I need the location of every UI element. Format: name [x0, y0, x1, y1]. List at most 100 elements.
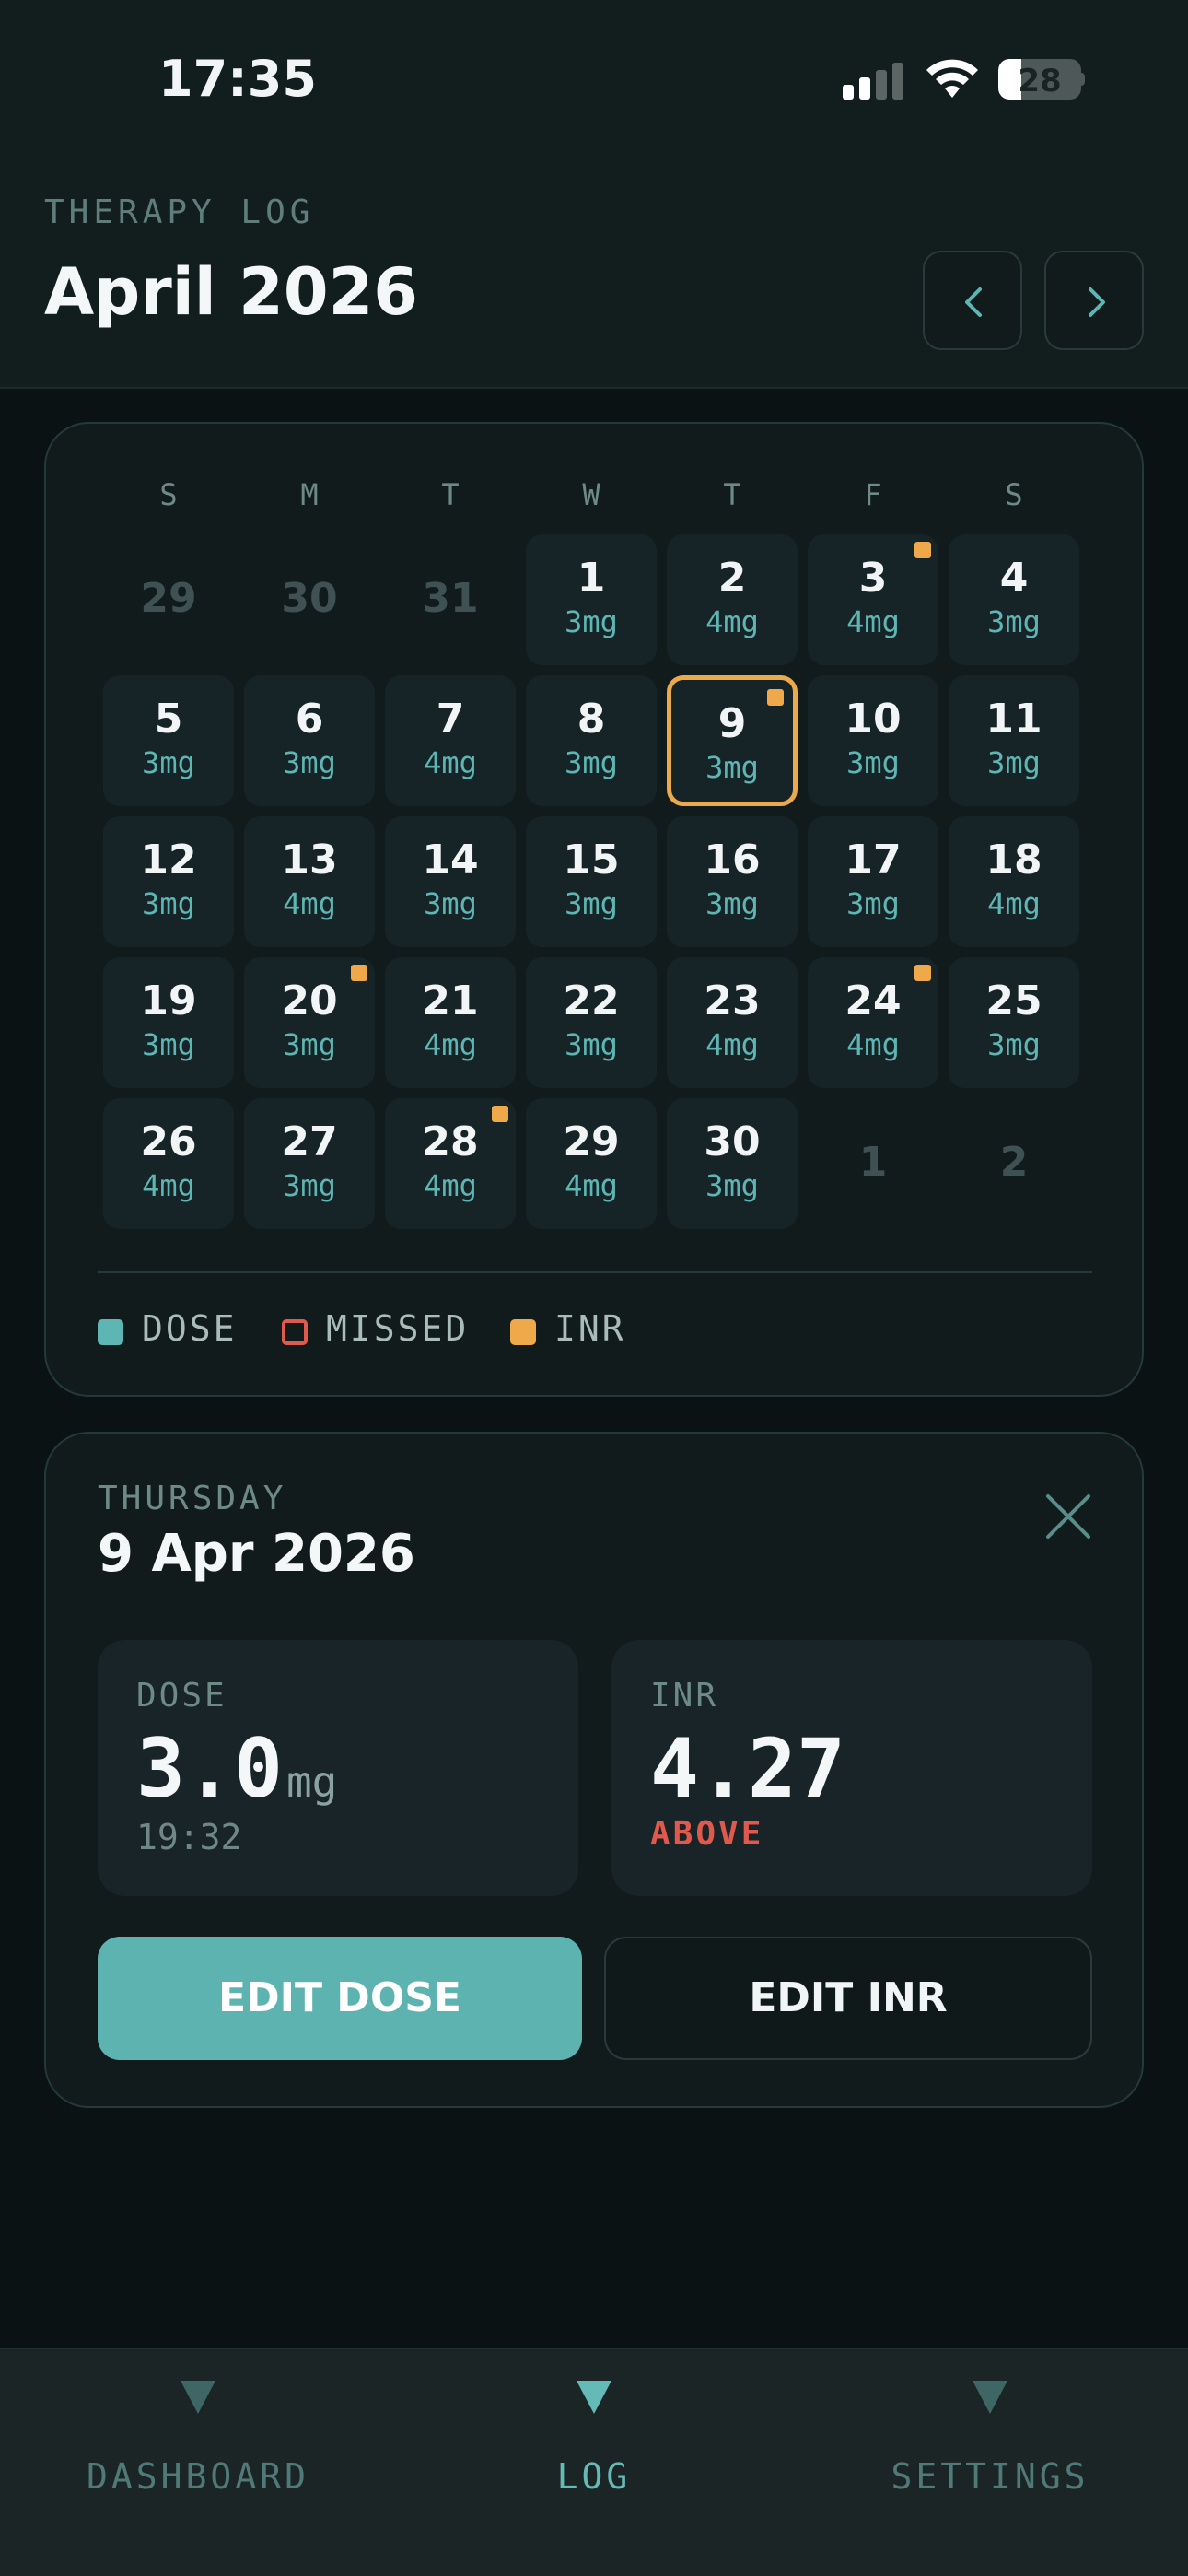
close-icon[interactable] — [1041, 1489, 1096, 1544]
dose-value-line: 3.0mg — [136, 1721, 337, 1816]
detail-date: 9 Apr 2026 — [98, 1524, 415, 1584]
calendar-day[interactable]: 25 3mg — [949, 957, 1079, 1088]
calendar-day[interactable]: 15 3mg — [526, 816, 657, 947]
day-dose: 4mg — [424, 745, 477, 780]
calendar-day[interactable]: 30 3mg — [667, 1098, 798, 1229]
calendar-day[interactable]: 21 4mg — [385, 957, 516, 1088]
calendar-day[interactable]: 26 4mg — [103, 1098, 234, 1229]
day-dose: 4mg — [424, 1168, 477, 1203]
day-dose: 3mg — [565, 604, 618, 639]
day-dose: 3mg — [283, 1027, 336, 1062]
calendar-day[interactable]: 11 3mg — [949, 675, 1079, 806]
dose-value: 3.0 — [136, 1721, 283, 1816]
legend-swatch — [282, 1319, 308, 1345]
status-time: 17:35 — [158, 50, 317, 108]
calendar-day[interactable]: 2 4mg — [667, 534, 798, 665]
day-number: 15 — [563, 837, 620, 884]
next-month-button[interactable] — [1044, 251, 1144, 350]
chevron-right-icon — [1089, 287, 1105, 317]
inr-stat-card: INR 4.27 ABOVE — [611, 1640, 1092, 1896]
calendar-day[interactable]: 27 3mg — [244, 1098, 375, 1229]
calendar-day[interactable]: 24 4mg — [808, 957, 938, 1088]
triangle-icon — [577, 2381, 611, 2414]
day-dose: 4mg — [846, 1027, 900, 1062]
calendar-day[interactable]: 4 3mg — [949, 534, 1079, 665]
page-header: THERAPY LOG April 2026 — [0, 157, 1188, 389]
calendar-day[interactable]: 10 3mg — [808, 675, 938, 806]
dose-label: DOSE — [136, 1677, 227, 1715]
calendar-day-outside: 31 — [385, 534, 516, 665]
day-number: 29 — [563, 1118, 620, 1165]
calendar-day[interactable]: 8 3mg — [526, 675, 657, 806]
calendar-day[interactable]: 16 3mg — [667, 816, 798, 947]
calendar-day[interactable]: 5 3mg — [103, 675, 234, 806]
calendar-day[interactable]: 14 3mg — [385, 816, 516, 947]
day-number: 2 — [717, 555, 747, 602]
weekday-label: T — [723, 477, 741, 512]
calendar-day[interactable]: 17 3mg — [808, 816, 938, 947]
day-dose: 3mg — [565, 745, 618, 780]
calendar-day[interactable]: 23 4mg — [667, 957, 798, 1088]
day-number: 4 — [999, 555, 1029, 602]
wifi-icon — [926, 59, 978, 98]
tab-bar: DASHBOARD LOG SETTINGS — [0, 2348, 1188, 2576]
calendar-day[interactable]: 12 3mg — [103, 816, 234, 947]
previous-month-button[interactable] — [923, 251, 1022, 350]
day-dose: 3mg — [565, 886, 618, 921]
edit-inr-button[interactable]: EDIT INR — [604, 1937, 1092, 2060]
calendar-day[interactable]: 6 3mg — [244, 675, 375, 806]
battery-icon: 28 — [998, 59, 1081, 100]
page-eyebrow: THERAPY LOG — [44, 193, 315, 231]
day-number: 28 — [422, 1118, 479, 1165]
inr-value: 4.27 — [650, 1721, 845, 1816]
calendar-day[interactable]: 28 4mg — [385, 1098, 516, 1229]
legend-swatch — [98, 1319, 123, 1345]
legend-label: DOSE — [142, 1308, 238, 1349]
day-number: 17 — [844, 837, 902, 884]
tab-dashboard[interactable]: DASHBOARD — [0, 2349, 396, 2576]
calendar-day[interactable]: 7 4mg — [385, 675, 516, 806]
day-detail-card: THURSDAY 9 Apr 2026 DOSE 3.0mg 19:32 INR… — [44, 1432, 1144, 2108]
day-dose: 3mg — [705, 750, 759, 785]
inr-marker — [492, 1106, 508, 1122]
day-dose: 3mg — [987, 604, 1041, 639]
day-dose: 3mg — [283, 1168, 336, 1203]
day-dose: 4mg — [142, 1168, 195, 1203]
tab-label: LOG — [556, 2456, 632, 2497]
calendar-day[interactable]: 1 3mg — [526, 534, 657, 665]
day-dose: 3mg — [705, 886, 759, 921]
inr-marker — [351, 965, 367, 981]
triangle-icon — [973, 2381, 1007, 2414]
calendar-day[interactable]: 29 4mg — [526, 1098, 657, 1229]
battery-cap — [1079, 73, 1085, 86]
day-number: 22 — [563, 978, 620, 1025]
day-number: 16 — [704, 837, 761, 884]
weekday-label: W — [582, 477, 600, 512]
day-number: 5 — [154, 696, 183, 743]
calendar-card: SMTWTFS 29 30 31 1 3mg 2 4mg 3 4mg 4 3mg 5 3mg 6 3mg 7 4… — [44, 422, 1144, 1397]
day-dose: 3mg — [846, 745, 900, 780]
edit-dose-button[interactable]: EDIT DOSE — [98, 1937, 582, 2060]
tab-log[interactable]: LOG — [396, 2349, 792, 2576]
calendar-day[interactable]: 3 4mg — [808, 534, 938, 665]
detail-weekday: THURSDAY — [98, 1480, 287, 1517]
inr-label: INR — [650, 1677, 719, 1715]
calendar-day-outside: 30 — [244, 534, 375, 665]
calendar-day[interactable]: 20 3mg — [244, 957, 375, 1088]
weekday-label: M — [300, 477, 319, 512]
tab-settings[interactable]: SETTINGS — [792, 2349, 1188, 2576]
status-bar: 17:35 28 — [0, 0, 1188, 157]
day-dose: 3mg — [987, 745, 1041, 780]
calendar-day[interactable]: 22 3mg — [526, 957, 657, 1088]
calendar-day[interactable]: 9 3mg — [667, 675, 798, 806]
calendar-day[interactable]: 13 4mg — [244, 816, 375, 947]
dose-stat-card: DOSE 3.0mg 19:32 — [98, 1640, 578, 1896]
day-dose: 4mg — [565, 1168, 618, 1203]
day-number: 2 — [999, 1139, 1029, 1186]
day-dose: 3mg — [142, 1027, 195, 1062]
calendar-day[interactable]: 18 4mg — [949, 816, 1079, 947]
dose-time: 19:32 — [136, 1817, 242, 1857]
calendar-day[interactable]: 19 3mg — [103, 957, 234, 1088]
day-number: 13 — [281, 837, 338, 884]
day-number: 3 — [858, 555, 888, 602]
